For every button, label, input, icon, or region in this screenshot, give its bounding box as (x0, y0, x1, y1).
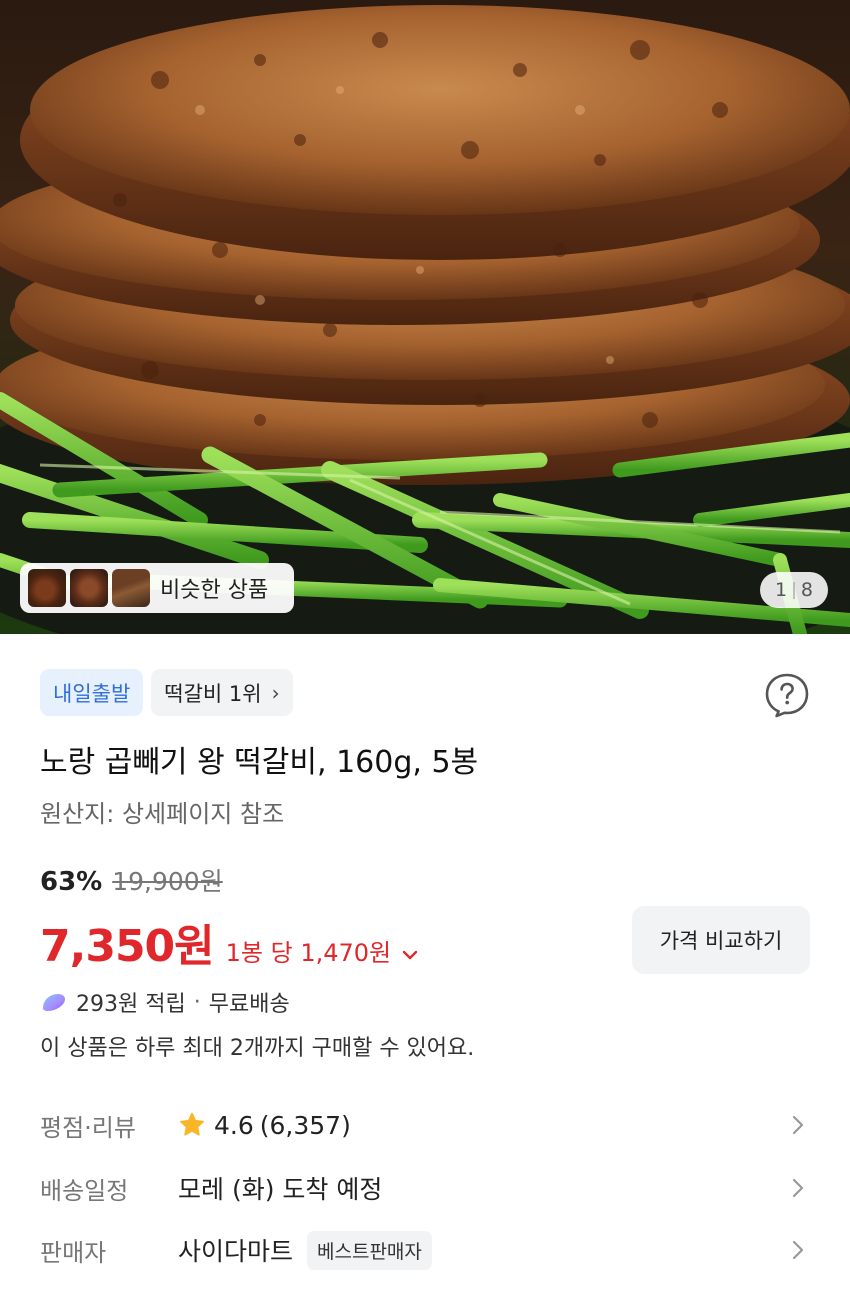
similar-product-thumbnail (112, 569, 150, 607)
product-image[interactable]: 비슷한 상품 1 | 8 (0, 0, 850, 634)
benefits-row: 293원 적립 · 무료배송 (40, 986, 290, 1018)
ranking-badge[interactable]: 떡갈비 1위 › (151, 669, 293, 716)
similar-products-button[interactable]: 비슷한 상품 (20, 563, 294, 613)
delivery-schedule-row[interactable]: 배송일정 모레 (화) 도착 예정 (40, 1168, 810, 1208)
purchase-limit-notice: 이 상품은 하루 최대 2개까지 구매할 수 있어요. (40, 1036, 475, 1061)
help-icon[interactable] (764, 672, 810, 718)
page-separator: | (791, 580, 797, 600)
product-title: 노랑 곱빼기 왕 떡갈비, 160g, 5봉 (40, 745, 479, 780)
shipping-info: 무료배송 (208, 992, 290, 1017)
rating-label: 평점·리뷰 (40, 1113, 136, 1142)
similar-products-label: 비슷한 상품 (160, 578, 269, 603)
chevron-right-icon[interactable] (792, 1115, 804, 1135)
reward-points-icon (43, 994, 65, 1011)
similar-product-thumbnail (28, 569, 66, 607)
rating-review-row[interactable]: 평점·리뷰 4.6 (6,357) (40, 1105, 810, 1145)
tteokgalbi-photo (0, 5, 850, 634)
review-count: (6,357) (259, 1110, 351, 1140)
rating-value-group: 4.6 (6,357) (178, 1111, 351, 1140)
price-compare-label: 가격 비교하기 (659, 929, 783, 953)
image-page-counter: 1 | 8 (760, 572, 828, 608)
delivery-value: 모레 (화) 도착 예정 (178, 1175, 383, 1204)
ranking-badge-label: 떡갈비 1위 (164, 681, 262, 706)
product-origin: 원산지: 상세페이지 참조 (40, 800, 285, 828)
price-compare-button[interactable]: 가격 비교하기 (632, 906, 810, 974)
rating-score: 4.6 (214, 1110, 254, 1140)
discount-row: 63% 19,900원 (40, 862, 223, 898)
price-row: 7,350원 1봉 당 1,470원 (40, 910, 419, 974)
seller-badge: 베스트판매자 (307, 1230, 432, 1270)
star-icon (180, 1112, 204, 1136)
original-price: 19,900원 (112, 867, 223, 896)
chevron-right-icon[interactable] (792, 1178, 804, 1198)
seller-row[interactable]: 판매자 사이다마트 베스트판매자 (40, 1230, 810, 1270)
delivery-label: 배송일정 (40, 1176, 129, 1205)
reward-points: 293원 적립 (76, 992, 186, 1017)
seller-value-group: 사이다마트 베스트판매자 (178, 1230, 432, 1270)
seller-name: 사이다마트 (178, 1237, 294, 1266)
badge-row: 내일출발 떡갈비 1위 › (40, 669, 293, 716)
discount-rate: 63% (40, 867, 103, 897)
delivery-badge-label: 내일출발 (53, 681, 131, 706)
seller-label: 판매자 (40, 1238, 107, 1267)
chevron-down-icon[interactable] (401, 949, 419, 961)
chevron-right-icon[interactable] (792, 1240, 804, 1260)
similar-product-thumbnail (70, 569, 108, 607)
chevron-right-icon: › (271, 680, 280, 705)
sale-price: 7,350원 (40, 921, 215, 972)
page-current: 1 (775, 579, 788, 601)
page-total: 8 (800, 579, 813, 601)
separator-dot: · (193, 989, 201, 1015)
delivery-badge: 내일출발 (40, 669, 144, 716)
unit-price[interactable]: 1봉 당 1,470원 (226, 933, 391, 968)
